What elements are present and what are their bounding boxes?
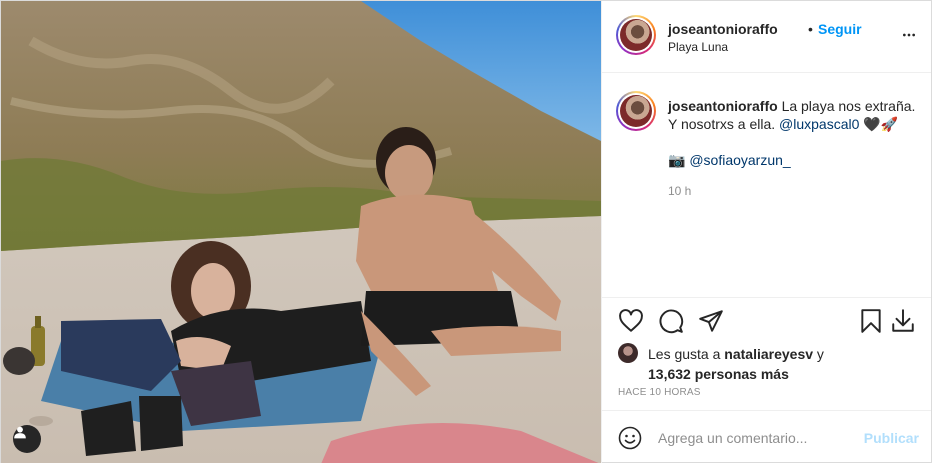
camera-icon: 📷 bbox=[668, 152, 686, 168]
photo-credit: 📷 @sofiaoyarzun_ bbox=[668, 152, 791, 169]
location-link[interactable]: Playa Luna bbox=[668, 40, 728, 54]
caption-line2: Y nosotrxs a ella. bbox=[668, 116, 776, 132]
author-username-link[interactable]: joseantonioraffo bbox=[668, 21, 778, 37]
likes-text: Les gusta a nataliareyesv y 13,632 perso… bbox=[648, 344, 838, 384]
paper-plane-icon[interactable] bbox=[698, 308, 724, 334]
post-details-panel: joseantonioraffo • Seguir Playa Luna jos… bbox=[601, 1, 931, 463]
bookmark-icon[interactable] bbox=[858, 308, 884, 334]
action-bar bbox=[602, 297, 931, 345]
download-icon[interactable] bbox=[890, 308, 916, 334]
comment-icon[interactable] bbox=[658, 308, 684, 334]
follow-button[interactable]: Seguir bbox=[818, 21, 862, 37]
tag-user-button[interactable] bbox=[13, 425, 41, 453]
user-tag-icon bbox=[14, 426, 26, 439]
post-photo[interactable] bbox=[1, 1, 601, 463]
post-header: joseantonioraffo • Seguir Playa Luna bbox=[602, 1, 931, 73]
liker-avatar[interactable] bbox=[618, 343, 638, 363]
author-avatar[interactable] bbox=[616, 15, 656, 55]
mention-luxpascal-link[interactable]: @luxpascal0 bbox=[779, 116, 859, 132]
comment-input[interactable] bbox=[658, 426, 858, 450]
heart-icon[interactable] bbox=[618, 308, 644, 334]
separator-dot: • bbox=[808, 21, 813, 37]
caption-emojis: 🖤🚀 bbox=[863, 116, 899, 132]
liker-username-link[interactable]: nataliareyesv bbox=[724, 346, 813, 362]
post-timestamp[interactable]: HACE 10 HORAS bbox=[618, 387, 701, 398]
caption-username-link[interactable]: joseantonioraffo bbox=[668, 98, 778, 114]
instagram-post: joseantonioraffo • Seguir Playa Luna jos… bbox=[0, 0, 932, 463]
beach-photo-illustration bbox=[1, 1, 601, 463]
mention-sofiaoyarzun-link[interactable]: @sofiaoyarzun_ bbox=[689, 152, 790, 168]
caption-author-avatar[interactable] bbox=[616, 91, 656, 131]
caption-time: 10 h bbox=[668, 184, 692, 198]
more-options-icon[interactable] bbox=[901, 27, 917, 43]
likes-count-link[interactable]: 13,632 personas más bbox=[648, 366, 789, 382]
smiley-icon[interactable] bbox=[618, 426, 642, 450]
comment-bar: Publicar bbox=[602, 410, 931, 463]
likes-conjunction: y bbox=[816, 346, 824, 362]
caption-text: joseantonioraffo La playa nos extraña. Y… bbox=[668, 97, 923, 133]
likes-prefix: Les gusta a bbox=[648, 346, 721, 362]
publish-button[interactable]: Publicar bbox=[864, 430, 919, 446]
caption-line1: La playa nos extraña. bbox=[781, 98, 916, 114]
